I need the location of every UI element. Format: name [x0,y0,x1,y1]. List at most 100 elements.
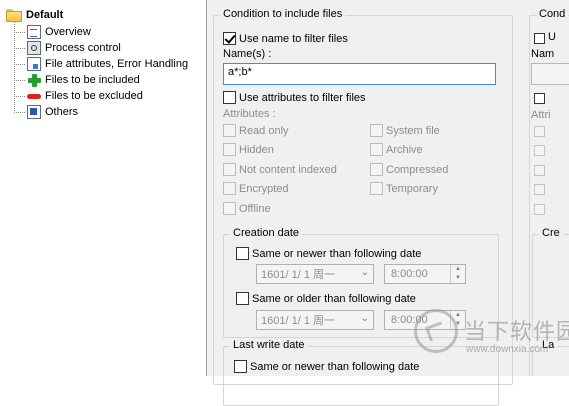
tree-item-files-included[interactable]: Files to be included [14,72,140,88]
use-attributes-checkbox[interactable] [223,91,236,104]
chevron-down-icon[interactable]: ⌄ [361,313,369,324]
attr-label: System file [386,124,440,137]
attr-compressed[interactable]: Compressed [370,163,448,176]
attr-not-content-indexed[interactable]: Not content indexed [223,163,337,176]
use-attributes-filter-row[interactable]: Use attributes to filter files [223,91,366,104]
attr-hidden[interactable]: Hidden [223,143,274,156]
process-control-icon [27,41,41,55]
exclude-attr-checkbox[interactable] [534,204,545,215]
file-attributes-icon [27,57,41,71]
attr-read-only[interactable]: Read only [223,124,289,137]
exclude-attributes-label: Attri [531,109,551,121]
exclude-attr-checkbox[interactable] [534,145,545,156]
settings-panel: Condition to include files Use name to f… [206,0,569,406]
creation-older-row[interactable]: Same or older than following date [236,292,416,305]
creation-older-label: Same or older than following date [252,292,416,305]
date-value: 1601/ 1/ 1 周一 [261,269,335,281]
creation-date-title: Creation date [230,227,303,239]
exclude-creation-title: Cre [539,227,563,239]
tree-item-overview[interactable]: Overview [14,24,91,40]
tree-item-files-excluded[interactable]: Files to be excluded [14,88,143,104]
attr-label: Offline [239,202,271,215]
attr-checkbox[interactable] [223,124,236,137]
tree-item-file-attributes[interactable]: File attributes, Error Handling [14,56,188,72]
chevron-down-icon[interactable]: ⌄ [361,267,369,278]
exclude-attr-checkbox[interactable] [534,184,545,195]
attr-checkbox[interactable] [223,202,236,215]
exclude-last-write-group: La [532,339,569,376]
creation-older-checkbox[interactable] [236,292,249,305]
include-conditions-group: Condition to include files Use name to f… [213,8,513,406]
tree-item-label: File attributes, Error Handling [45,58,189,70]
attr-system-file[interactable]: System file [370,124,440,137]
tree-item-label: Process control [45,42,121,54]
exclude-group-title: Cond [536,8,569,20]
settings-tree: Default Overview Process control File at… [0,0,206,376]
use-name-filter-row[interactable]: Use name to filter files [223,32,348,45]
creation-newer-label: Same or newer than following date [252,247,422,260]
include-group-title: Condition to include files [220,8,346,20]
exclude-attr-checkbox[interactable] [534,126,545,137]
exclude-names-input[interactable] [531,63,569,85]
exclude-attr-checkbox[interactable] [534,165,545,176]
red-minus-icon [27,89,41,103]
names-input[interactable]: a*;b* [223,63,496,85]
last-write-newer-checkbox[interactable] [234,360,247,373]
use-name-label: Use name to filter files [239,32,348,45]
tree-root-label: Default [26,9,64,21]
attr-label: Compressed [386,163,449,176]
attr-checkbox[interactable] [223,163,236,176]
time-spinner[interactable]: ▲ ▼ [450,265,465,283]
others-icon [27,105,41,119]
attr-checkbox[interactable] [370,163,383,176]
tree-root-default[interactable]: Default [6,7,63,23]
use-name-checkbox[interactable] [223,32,236,45]
attr-archive[interactable]: Archive [370,143,423,156]
tree-item-label: Overview [45,26,91,38]
tree-item-label: Files to be excluded [45,90,143,102]
exclude-use-name-checkbox[interactable] [534,33,545,44]
attr-checkbox[interactable] [223,182,236,195]
creation-newer-row[interactable]: Same or newer than following date [236,247,421,260]
attr-temporary[interactable]: Temporary [370,182,438,195]
attr-checkbox[interactable] [370,182,383,195]
attr-label: Read only [239,124,289,137]
overview-icon [27,25,41,39]
names-label: Name(s) : [223,48,272,60]
green-plus-icon [27,73,41,87]
exclude-conditions-group: Cond U Nam Attri Cre La [529,8,569,376]
time-spinner[interactable]: ▲ ▼ [450,311,465,329]
exclude-use-attributes-checkbox[interactable] [534,93,545,104]
attr-checkbox[interactable] [370,124,383,137]
attr-label: Archive [386,143,423,156]
attributes-label: Attributes : [223,108,276,120]
creation-newer-time-field[interactable]: 8:00:00 ▲ ▼ [384,264,466,284]
exclude-conditions-column: Cond U Nam Attri Cre La [523,0,569,376]
tree-item-label: Others [45,106,79,118]
last-write-date-group: Last write date Same or newer than follo… [223,339,499,406]
exclude-u-label: U [548,31,556,43]
attr-encrypted[interactable]: Encrypted [223,182,289,195]
attr-label: Hidden [239,143,274,156]
creation-older-time-field[interactable]: 8:00:00 ▲ ▼ [384,310,466,330]
attr-checkbox[interactable] [370,143,383,156]
creation-older-date-picker[interactable]: 1601/ 1/ 1 周一 ⌄ [256,310,374,330]
attr-label: Encrypted [239,182,289,195]
attr-checkbox[interactable] [223,143,236,156]
attr-label: Temporary [386,182,438,195]
attr-offline[interactable]: Offline [223,202,271,215]
use-attributes-label: Use attributes to filter files [239,91,366,104]
creation-date-group: Creation date Same or newer than followi… [223,227,499,338]
time-value: 8:00:00 [391,268,428,280]
time-value: 8:00:00 [391,314,428,326]
tree-item-process-control[interactable]: Process control [14,40,121,56]
exclude-name-label: Nam [531,48,555,60]
creation-newer-checkbox[interactable] [236,247,249,260]
last-write-newer-row[interactable]: Same or newer than following date [234,360,419,373]
date-value: 1601/ 1/ 1 周一 [261,315,335,327]
tree-item-others[interactable]: Others [14,104,78,120]
last-write-newer-label: Same or newer than following date [250,360,420,373]
tree-item-label: Files to be included [45,74,140,86]
creation-newer-date-picker[interactable]: 1601/ 1/ 1 周一 ⌄ [256,264,374,284]
attr-label: Not content indexed [239,163,337,176]
